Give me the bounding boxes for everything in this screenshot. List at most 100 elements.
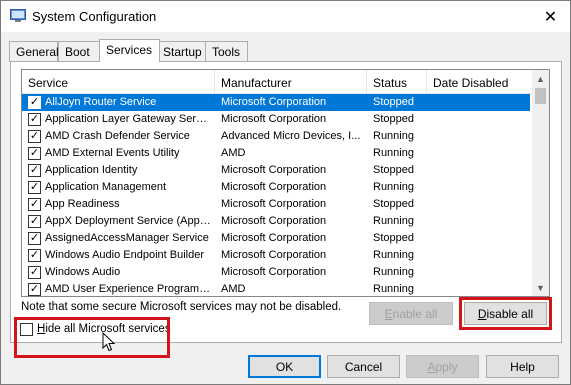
service-status: Running	[373, 181, 414, 193]
service-name: AssignedAccessManager Service	[45, 232, 209, 244]
service-manufacturer: Microsoft Corporation	[221, 249, 327, 261]
service-name: Application Management	[45, 181, 167, 193]
service-checkbox[interactable]: ✓	[28, 96, 41, 109]
service-manufacturer: Microsoft Corporation	[221, 266, 327, 278]
msconfig-app-icon	[10, 9, 26, 22]
service-name: AMD External Events Utility	[45, 147, 180, 159]
service-status: Stopped	[373, 164, 414, 176]
service-status: Stopped	[373, 198, 414, 210]
service-manufacturer: Microsoft Corporation	[221, 232, 327, 244]
check-icon: ✓	[29, 130, 40, 142]
service-manufacturer: Microsoft Corporation	[221, 96, 327, 108]
ok-button[interactable]: OK	[248, 355, 321, 378]
service-checkbox[interactable]: ✓	[28, 198, 41, 211]
scrollbar-thumb[interactable]	[535, 88, 546, 104]
title-bar: System Configuration ✕	[1, 1, 570, 32]
service-status: Running	[373, 283, 414, 295]
service-checkbox[interactable]: ✓	[28, 130, 41, 143]
mouse-pointer-icon	[102, 332, 116, 352]
table-row[interactable]: ✓ AllJoyn Router Service Microsoft Corpora…	[22, 94, 530, 111]
service-checkbox[interactable]: ✓	[28, 283, 41, 296]
tab-boot[interactable]: Boot	[58, 41, 100, 62]
table-row[interactable]: ✓ AppX Deployment Service (AppX... Microso…	[22, 213, 530, 230]
service-name: AllJoyn Router Service	[45, 96, 157, 108]
table-row[interactable]: ✓ Windows Audio Microsoft Corporation Runni…	[22, 264, 530, 281]
check-icon: ✓	[29, 249, 40, 261]
hide-ms-highlight-box	[14, 317, 170, 358]
close-button[interactable]: ✕	[531, 1, 570, 32]
table-row[interactable]: ✓ Windows Audio Endpoint Builder Microsoft…	[22, 247, 530, 264]
services-list[interactable]: Service Manufacturer Status Date Disable…	[21, 69, 550, 297]
help-button[interactable]: Help	[486, 355, 559, 378]
check-icon: ✓	[29, 266, 40, 278]
check-icon: ✓	[29, 181, 40, 193]
enable-all-label: nable all	[392, 306, 438, 321]
vertical-scrollbar[interactable]: ▲ ▼	[532, 70, 549, 296]
service-name: Application Layer Gateway Service	[45, 113, 212, 125]
tab-tools[interactable]: Tools	[205, 41, 248, 62]
column-header-status[interactable]: Status	[367, 70, 427, 94]
column-header-manufacturer[interactable]: Manufacturer	[215, 70, 367, 94]
service-name: AppX Deployment Service (AppX...	[45, 215, 212, 227]
service-status: Running	[373, 147, 414, 159]
service-manufacturer: AMD	[221, 147, 246, 159]
tab-services[interactable]: Services	[99, 39, 160, 62]
scroll-up-icon[interactable]: ▲	[532, 70, 549, 87]
service-name: Application Identity	[45, 164, 138, 176]
service-name: Windows Audio	[45, 266, 121, 278]
cancel-button[interactable]: Cancel	[327, 355, 400, 378]
table-row[interactable]: ✓ Application Layer Gateway Service Micros…	[22, 111, 530, 128]
check-icon: ✓	[29, 147, 40, 159]
service-status: Stopped	[373, 96, 414, 108]
check-icon: ✓	[29, 96, 40, 108]
service-name: AMD User Experience Program D...	[45, 283, 212, 295]
service-manufacturer: Advanced Micro Devices, I...	[221, 130, 361, 142]
service-status: Running	[373, 215, 414, 227]
scroll-down-icon[interactable]: ▼	[532, 279, 549, 296]
service-checkbox[interactable]: ✓	[28, 266, 41, 279]
table-row[interactable]: ✓ AMD Crash Defender Service Advanced Micr…	[22, 128, 530, 145]
table-row[interactable]: ✓ AssignedAccessManager Service Microsoft …	[22, 230, 530, 247]
apply-label: pply	[435, 359, 458, 374]
disable-all-highlight-box	[459, 297, 552, 330]
system-configuration-window: System Configuration ✕ General Boot Serv…	[0, 0, 571, 385]
table-row[interactable]: ✓ AMD External Events Utility AMD Running	[22, 145, 530, 162]
apply-accel: A	[427, 359, 436, 374]
service-manufacturer: Microsoft Corporation	[221, 113, 327, 125]
check-icon: ✓	[29, 232, 40, 244]
service-manufacturer: Microsoft Corporation	[221, 181, 327, 193]
table-row[interactable]: ✓ App Readiness Microsoft Corporation Stopp…	[22, 196, 530, 213]
enable-all-button[interactable]: Enable all	[369, 302, 453, 325]
service-status: Running	[373, 249, 414, 261]
secure-services-note: Note that some secure Microsoft services…	[21, 301, 342, 313]
list-rows: ✓ AllJoyn Router Service Microsoft Corpora…	[22, 94, 532, 296]
service-status: Running	[373, 130, 414, 142]
table-row[interactable]: ✓ Application Identity Microsoft Corporati…	[22, 162, 530, 179]
column-header-service[interactable]: Service	[22, 70, 215, 94]
service-name: App Readiness	[45, 198, 120, 210]
service-status: Stopped	[373, 113, 414, 125]
check-icon: ✓	[29, 164, 40, 176]
service-checkbox[interactable]: ✓	[28, 147, 41, 160]
column-header-date-disabled[interactable]: Date Disabled	[427, 70, 532, 94]
service-manufacturer: Microsoft Corporation	[221, 198, 327, 210]
service-checkbox[interactable]: ✓	[28, 232, 41, 245]
tab-general[interactable]: General	[9, 41, 59, 62]
check-icon: ✓	[29, 113, 40, 125]
close-icon: ✕	[543, 8, 558, 26]
table-row[interactable]: ✓ Application Management Microsoft Corpora…	[22, 179, 530, 196]
service-checkbox[interactable]: ✓	[28, 164, 41, 177]
service-checkbox[interactable]: ✓	[28, 113, 41, 126]
service-status: Stopped	[373, 232, 414, 244]
enable-all-accel: E	[384, 306, 393, 321]
service-checkbox[interactable]: ✓	[28, 181, 41, 194]
service-manufacturer: Microsoft Corporation	[221, 215, 327, 227]
tab-startup[interactable]: Startup	[156, 41, 207, 62]
apply-button[interactable]: Apply	[406, 355, 479, 378]
service-checkbox[interactable]: ✓	[28, 215, 41, 228]
table-row[interactable]: ✓ AMD User Experience Program D... AMD Runn…	[22, 281, 530, 296]
service-checkbox[interactable]: ✓	[28, 249, 41, 262]
check-icon: ✓	[29, 198, 40, 210]
service-name: AMD Crash Defender Service	[45, 130, 190, 142]
service-manufacturer: AMD	[221, 283, 246, 295]
